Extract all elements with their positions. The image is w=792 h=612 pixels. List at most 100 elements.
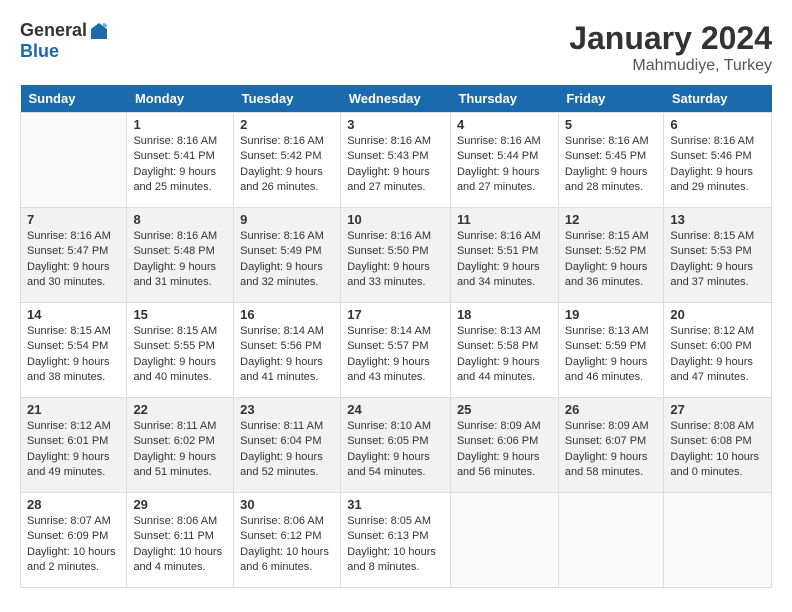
header-sunday: Sunday (21, 85, 127, 113)
header-wednesday: Wednesday (341, 85, 451, 113)
page-header: General Blue January 2024 Mahmudiye, Tur… (20, 20, 772, 75)
daylight-text: Daylight: 9 hours and 33 minutes. (347, 260, 444, 291)
daylight-text: Daylight: 9 hours and 52 minutes. (240, 450, 334, 481)
daylight-text: Daylight: 9 hours and 56 minutes. (457, 450, 552, 481)
day-number: 14 (27, 307, 120, 322)
calendar-cell (558, 493, 664, 588)
sunset-text: Sunset: 5:43 PM (347, 149, 444, 164)
calendar-cell: 28Sunrise: 8:07 AMSunset: 6:09 PMDayligh… (21, 493, 127, 588)
sunset-text: Sunset: 6:06 PM (457, 434, 552, 449)
sunrise-text: Sunrise: 8:14 AM (240, 324, 334, 339)
calendar-cell (21, 113, 127, 208)
sunset-text: Sunset: 5:50 PM (347, 244, 444, 259)
daylight-text: Daylight: 9 hours and 30 minutes. (27, 260, 120, 291)
calendar-cell: 8Sunrise: 8:16 AMSunset: 5:48 PMDaylight… (127, 208, 234, 303)
sunrise-text: Sunrise: 8:16 AM (457, 134, 552, 149)
sunset-text: Sunset: 6:05 PM (347, 434, 444, 449)
day-number: 1 (133, 117, 227, 132)
daylight-text: Daylight: 9 hours and 25 minutes. (133, 165, 227, 196)
sunrise-text: Sunrise: 8:16 AM (347, 134, 444, 149)
sunrise-text: Sunrise: 8:16 AM (27, 229, 120, 244)
sunset-text: Sunset: 5:58 PM (457, 339, 552, 354)
header-row: Sunday Monday Tuesday Wednesday Thursday… (21, 85, 772, 113)
day-number: 5 (565, 117, 658, 132)
day-number: 15 (133, 307, 227, 322)
day-number: 2 (240, 117, 334, 132)
sunrise-text: Sunrise: 8:13 AM (565, 324, 658, 339)
sunset-text: Sunset: 5:48 PM (133, 244, 227, 259)
sunset-text: Sunset: 5:54 PM (27, 339, 120, 354)
sunrise-text: Sunrise: 8:16 AM (670, 134, 765, 149)
calendar-table: Sunday Monday Tuesday Wednesday Thursday… (20, 85, 772, 588)
daylight-text: Daylight: 9 hours and 47 minutes. (670, 355, 765, 386)
day-number: 20 (670, 307, 765, 322)
day-number: 19 (565, 307, 658, 322)
day-number: 6 (670, 117, 765, 132)
day-number: 18 (457, 307, 552, 322)
day-number: 28 (27, 497, 120, 512)
sunset-text: Sunset: 6:08 PM (670, 434, 765, 449)
sunrise-text: Sunrise: 8:12 AM (27, 419, 120, 434)
sunrise-text: Sunrise: 8:11 AM (133, 419, 227, 434)
sunrise-text: Sunrise: 8:10 AM (347, 419, 444, 434)
day-number: 12 (565, 212, 658, 227)
daylight-text: Daylight: 9 hours and 29 minutes. (670, 165, 765, 196)
calendar-cell: 21Sunrise: 8:12 AMSunset: 6:01 PMDayligh… (21, 398, 127, 493)
calendar-cell: 12Sunrise: 8:15 AMSunset: 5:52 PMDayligh… (558, 208, 664, 303)
sunrise-text: Sunrise: 8:15 AM (670, 229, 765, 244)
daylight-text: Daylight: 9 hours and 37 minutes. (670, 260, 765, 291)
calendar-cell: 24 Sunrise: 8:10 AMSunset: 6:05 PMDayligh… (341, 398, 451, 493)
calendar-week-5: 28Sunrise: 8:07 AMSunset: 6:09 PMDayligh… (21, 493, 772, 588)
day-number: 29 (133, 497, 227, 512)
sunset-text: Sunset: 5:41 PM (133, 149, 227, 164)
header-tuesday: Tuesday (234, 85, 341, 113)
calendar-cell: 6 Sunrise: 8:16 AMSunset: 5:46 PMDaylight… (664, 113, 772, 208)
sunrise-text: Sunrise: 8:06 AM (240, 514, 334, 529)
sunset-text: Sunset: 5:42 PM (240, 149, 334, 164)
sunset-text: Sunset: 6:02 PM (133, 434, 227, 449)
sunset-text: Sunset: 6:12 PM (240, 529, 334, 544)
day-number: 24 (347, 402, 444, 417)
day-number: 17 (347, 307, 444, 322)
daylight-text: Daylight: 9 hours and 27 minutes. (347, 165, 444, 196)
daylight-text: Daylight: 9 hours and 54 minutes. (347, 450, 444, 481)
calendar-cell (664, 493, 772, 588)
calendar-cell: 22Sunrise: 8:11 AMSunset: 6:02 PMDayligh… (127, 398, 234, 493)
calendar-cell: 10 Sunrise: 8:16 AMSunset: 5:50 PMDayligh… (341, 208, 451, 303)
sunset-text: Sunset: 6:11 PM (133, 529, 227, 544)
calendar-cell: 25 Sunrise: 8:09 AMSunset: 6:06 PMDayligh… (450, 398, 558, 493)
sunrise-text: Sunrise: 8:15 AM (133, 324, 227, 339)
calendar-week-2: 7Sunrise: 8:16 AMSunset: 5:47 PMDaylight… (21, 208, 772, 303)
calendar-cell: 26Sunrise: 8:09 AMSunset: 6:07 PMDayligh… (558, 398, 664, 493)
calendar-cell: 18Sunrise: 8:13 AMSunset: 5:58 PMDayligh… (450, 303, 558, 398)
day-number: 25 (457, 402, 552, 417)
daylight-text: Daylight: 9 hours and 58 minutes. (565, 450, 658, 481)
daylight-text: Daylight: 10 hours and 0 minutes. (670, 450, 765, 481)
daylight-text: Daylight: 9 hours and 26 minutes. (240, 165, 334, 196)
sunset-text: Sunset: 5:59 PM (565, 339, 658, 354)
header-saturday: Saturday (664, 85, 772, 113)
sunrise-text: Sunrise: 8:16 AM (133, 134, 227, 149)
calendar-cell: 23Sunrise: 8:11 AMSunset: 6:04 PMDayligh… (234, 398, 341, 493)
header-thursday: Thursday (450, 85, 558, 113)
day-number: 30 (240, 497, 334, 512)
daylight-text: Daylight: 9 hours and 41 minutes. (240, 355, 334, 386)
day-number: 10 (347, 212, 444, 227)
day-number: 4 (457, 117, 552, 132)
day-number: 22 (133, 402, 227, 417)
location: Mahmudiye, Turkey (569, 57, 772, 75)
sunrise-text: Sunrise: 8:16 AM (347, 229, 444, 244)
daylight-text: Daylight: 9 hours and 28 minutes. (565, 165, 658, 196)
day-number: 9 (240, 212, 334, 227)
sunrise-text: Sunrise: 8:15 AM (27, 324, 120, 339)
sunset-text: Sunset: 6:09 PM (27, 529, 120, 544)
calendar-cell: 30Sunrise: 8:06 AMSunset: 6:12 PMDayligh… (234, 493, 341, 588)
sunset-text: Sunset: 5:46 PM (670, 149, 765, 164)
sunrise-text: Sunrise: 8:16 AM (240, 229, 334, 244)
day-number: 23 (240, 402, 334, 417)
sunrise-text: Sunrise: 8:09 AM (457, 419, 552, 434)
sunrise-text: Sunrise: 8:16 AM (565, 134, 658, 149)
calendar-cell: 13Sunrise: 8:15 AMSunset: 5:53 PMDayligh… (664, 208, 772, 303)
day-number: 8 (133, 212, 227, 227)
header-friday: Friday (558, 85, 664, 113)
